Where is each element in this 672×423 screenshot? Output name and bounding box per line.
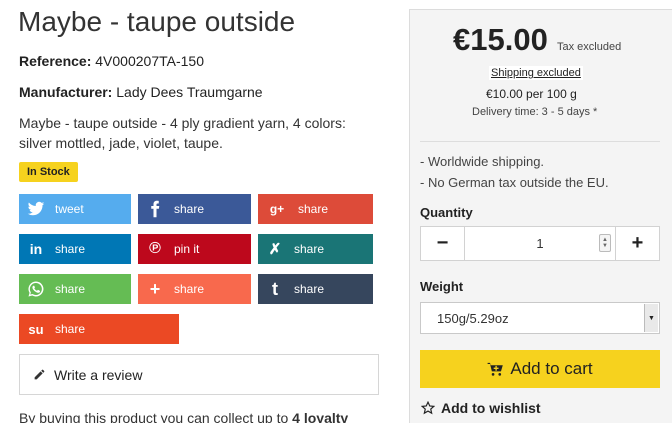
add-to-cart-button[interactable]: Add to cart <box>420 350 660 388</box>
unit-price: €10.00 per 100 g <box>486 87 577 101</box>
tax-label: Tax excluded <box>557 41 622 53</box>
product-description: Maybe - taupe outside - 4 ply gradient y… <box>19 115 346 151</box>
product-title: Maybe - taupe outside <box>18 6 296 37</box>
stock-badge: In Stock <box>19 162 78 182</box>
spinner-arrows-icon[interactable]: ▲ ▼ <box>599 234 611 252</box>
loyalty-text: By buying this product you can collect u… <box>19 410 348 423</box>
share-whatsapp-button[interactable]: share <box>19 274 131 304</box>
write-review-button[interactable]: Write a review <box>19 354 379 395</box>
share-label: share <box>55 242 86 256</box>
share-label: share <box>294 242 325 256</box>
stumbleupon-icon: su <box>28 321 44 337</box>
weight-label: Weight <box>420 279 464 294</box>
add-to-cart-label: Add to cart <box>510 359 593 378</box>
share-tumblr-button[interactable]: t share <box>258 274 373 304</box>
quantity-stepper: − 1 ▲ ▼ + <box>420 226 660 261</box>
quantity-input[interactable]: 1 ▲ ▼ <box>464 227 616 260</box>
share-linkedin-button[interactable]: in share <box>19 234 131 264</box>
share-label: pin it <box>174 242 200 256</box>
product-reference: Reference: 4V000207TA-150 <box>19 53 204 69</box>
share-label: share <box>298 202 329 216</box>
tax-note: - No German tax outside the EU. <box>420 175 609 190</box>
reference-value: 4V000207TA-150 <box>95 53 204 69</box>
weight-selected-value: 150g/5.29oz <box>437 310 509 326</box>
share-label: tweet <box>55 202 84 216</box>
share-twitter-button[interactable]: tweet <box>19 194 131 224</box>
pencil-icon <box>34 369 45 380</box>
product-price: €15.00 <box>453 22 548 57</box>
linkedin-icon: in <box>29 241 43 257</box>
share-label: share <box>55 322 86 336</box>
dropdown-arrow-icon: ▼ <box>644 304 658 332</box>
whatsapp-icon <box>27 280 45 298</box>
divider <box>420 141 660 142</box>
share-label: share <box>174 202 205 216</box>
star-icon <box>421 401 435 415</box>
loyalty-prefix: By buying this product you can collect u… <box>19 410 293 423</box>
share-pinterest-button[interactable]: ℗ pin it <box>138 234 251 264</box>
share-label: share <box>55 282 86 296</box>
cart-icon <box>487 362 504 376</box>
share-addthis-button[interactable]: + share <box>138 274 251 304</box>
loyalty-points: 4 loyalty <box>292 410 349 423</box>
quantity-label: Quantity <box>420 205 473 220</box>
quantity-value: 1 <box>536 236 544 251</box>
add-to-wishlist-label: Add to wishlist <box>441 400 541 416</box>
twitter-icon <box>27 200 45 218</box>
shipping-note: - Worldwide shipping. <box>420 154 545 169</box>
manufacturer-value: Lady Dees Traumgarne <box>116 84 263 100</box>
share-xing-button[interactable]: ✗ share <box>258 234 373 264</box>
share-googleplus-button[interactable]: g+ share <box>258 194 373 224</box>
xing-icon: ✗ <box>268 241 282 258</box>
facebook-icon <box>146 200 164 218</box>
product-manufacturer: Manufacturer: Lady Dees Traumgarne <box>19 84 263 100</box>
share-label: share <box>174 282 205 296</box>
write-review-label: Write a review <box>54 366 143 383</box>
reference-label: Reference: <box>19 53 92 69</box>
google-plus-icon: g+ <box>269 202 285 216</box>
shipping-link[interactable]: Shipping excluded <box>489 66 583 80</box>
delivery-time: Delivery time: 3 - 5 days * <box>472 106 598 118</box>
add-to-wishlist-button[interactable]: Add to wishlist <box>421 400 541 416</box>
manufacturer-label: Manufacturer: <box>19 84 113 100</box>
share-facebook-button[interactable]: share <box>138 194 251 224</box>
tumblr-icon: t <box>272 278 278 299</box>
plus-icon: + <box>149 278 161 299</box>
share-label: share <box>294 282 325 296</box>
weight-select[interactable]: 150g/5.29oz ▼ <box>420 302 660 334</box>
quantity-decrease-button[interactable]: − <box>421 227 464 260</box>
quantity-increase-button[interactable]: + <box>616 227 659 260</box>
pinterest-icon: ℗ <box>149 240 161 257</box>
share-stumbleupon-button[interactable]: su share <box>19 314 179 344</box>
